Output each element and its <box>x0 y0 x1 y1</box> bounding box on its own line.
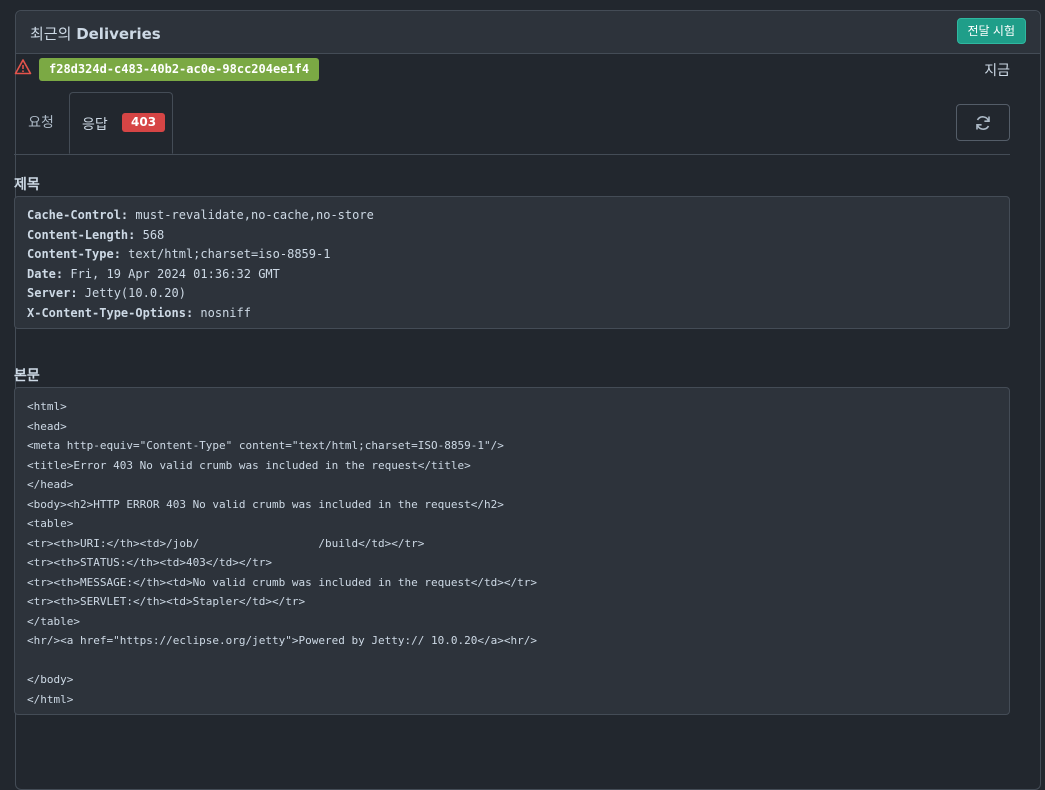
refresh-button[interactable] <box>956 104 1010 141</box>
body-line: <meta http-equiv="Content-Type" content=… <box>27 439 504 452</box>
panel-header: 최근의 Deliveries 전달 시험 <box>16 11 1040 54</box>
body-line <box>27 651 997 671</box>
status-badge: 403 <box>122 113 166 132</box>
header-key: Content-Type: <box>27 247 121 261</box>
header-line: Date: Fri, 19 Apr 2024 01:36:32 GMT <box>27 265 997 285</box>
body-line: <table> <box>27 517 74 530</box>
body-line: <head> <box>27 419 67 433</box>
body-line: <tr><th>SERVLET:</th><td>Stapler</td></t… <box>27 595 306 608</box>
panel-title-prefix: 최근의 <box>30 25 72 43</box>
panel-title-main: Deliveries <box>76 25 161 43</box>
header-value: text/html;charset=iso-8859-1 <box>120 247 331 261</box>
header-line: Server: Jetty(10.0.20) <box>27 284 997 304</box>
refresh-icon <box>976 116 990 130</box>
tab-response[interactable]: 응답 403 <box>69 92 173 154</box>
response-body-box: <html> <head> <meta http-equiv="Content-Ty… <box>14 387 1010 715</box>
header-key: Server: <box>27 286 78 300</box>
body-line: </head> <box>27 478 74 491</box>
header-line: Content-Length: 568 <box>27 226 997 246</box>
body-line: <title>Error 403 No valid crumb was incl… <box>27 458 471 472</box>
header-value: Fri, 19 Apr 2024 01:36:32 GMT <box>63 266 280 281</box>
body-line: <tr><th>STATUS:</th><td>403</td></tr> <box>27 556 273 569</box>
body-line: <body><h2>HTTP ERROR 403 No valid crumb … <box>27 497 504 511</box>
header-value: must-revalidate,no-cache,no-store <box>128 208 374 222</box>
header-key: Cache-Control: <box>27 208 129 222</box>
header-key: Date: <box>27 266 64 281</box>
header-key: X-Content-Type-Options: <box>27 305 194 320</box>
warning-triangle-icon <box>14 59 32 75</box>
tab-request[interactable]: 요청 <box>14 92 68 153</box>
delivery-row[interactable]: f28d324d-c483-40b2-ac0e-98cc204ee1f4 지금 <box>14 58 1010 82</box>
header-line: Cache-Control: must-revalidate,no-cache,… <box>27 206 997 226</box>
body-line: <hr/><a href="https://eclipse.org/jetty"… <box>27 634 537 647</box>
body-line: <html> <box>27 400 67 413</box>
header-value: 568 <box>135 227 165 242</box>
delivery-guid-badge[interactable]: f28d324d-c483-40b2-ac0e-98cc204ee1f4 <box>39 58 320 81</box>
header-key: Content-Length: <box>27 227 136 242</box>
body-line: <tr><th>URI:</th><td>/job/ /build</td></… <box>27 536 425 550</box>
panel-title: 최근의 Deliveries <box>30 23 161 44</box>
body-line: <tr><th>MESSAGE:</th><td>No valid crumb … <box>27 575 537 589</box>
tab-response-label: 응답 <box>82 117 108 133</box>
header-line: X-Content-Type-Options: nosniff <box>27 304 997 324</box>
headers-section-title: 제목 <box>14 177 40 193</box>
body-line: </html> <box>27 692 74 706</box>
delivery-time: 지금 <box>984 63 1010 79</box>
response-headers-box: Cache-Control: must-revalidate,no-cache,… <box>14 196 1010 329</box>
body-line: </body> <box>27 673 74 686</box>
header-value: Jetty(10.0.20) <box>77 286 186 300</box>
redeliver-button[interactable]: 전달 시험 <box>956 18 1026 44</box>
delivery-tabs: 요청 응답 403 <box>14 92 1010 155</box>
body-section-title: 본문 <box>14 368 40 384</box>
header-line: Content-Type: text/html;charset=iso-8859… <box>27 245 997 265</box>
body-line: </table> <box>27 614 80 628</box>
header-value: nosniff <box>193 305 251 320</box>
